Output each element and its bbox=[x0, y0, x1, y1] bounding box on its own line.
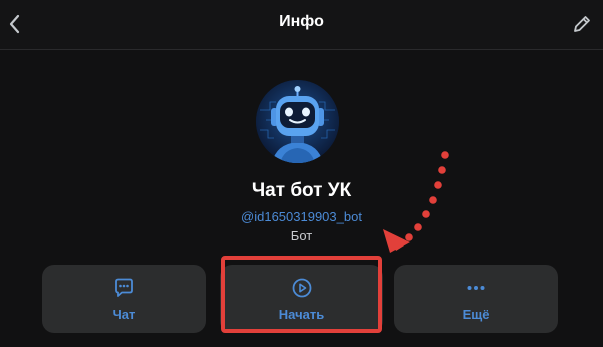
play-circle-icon bbox=[291, 277, 313, 299]
more-button-label: Ещё bbox=[462, 306, 490, 322]
bot-avatar[interactable] bbox=[256, 80, 339, 163]
start-button-label: Начать bbox=[278, 306, 325, 322]
page-title: Инфо bbox=[279, 13, 324, 30]
profile-handle-link[interactable]: @id1650319903_bot bbox=[0, 209, 603, 224]
pencil-icon bbox=[574, 16, 590, 32]
more-dots-icon bbox=[465, 277, 487, 299]
chat-button[interactable]: Чат bbox=[42, 265, 206, 333]
chat-button-label: Чат bbox=[112, 306, 136, 322]
profile-info-page: Инфо Чат бот УК @id1650319903_bot Бот Ча… bbox=[0, 0, 603, 347]
profile-name: Чат бот УК bbox=[251, 180, 352, 201]
header-bar: Инфо bbox=[0, 0, 603, 50]
more-button[interactable]: Ещё bbox=[394, 265, 558, 333]
edit-button[interactable] bbox=[567, 10, 597, 38]
chat-bubble-icon bbox=[113, 277, 135, 299]
start-button[interactable]: Начать bbox=[220, 265, 383, 333]
robot-avatar-image bbox=[256, 80, 339, 163]
profile-type: Бот bbox=[290, 228, 313, 243]
